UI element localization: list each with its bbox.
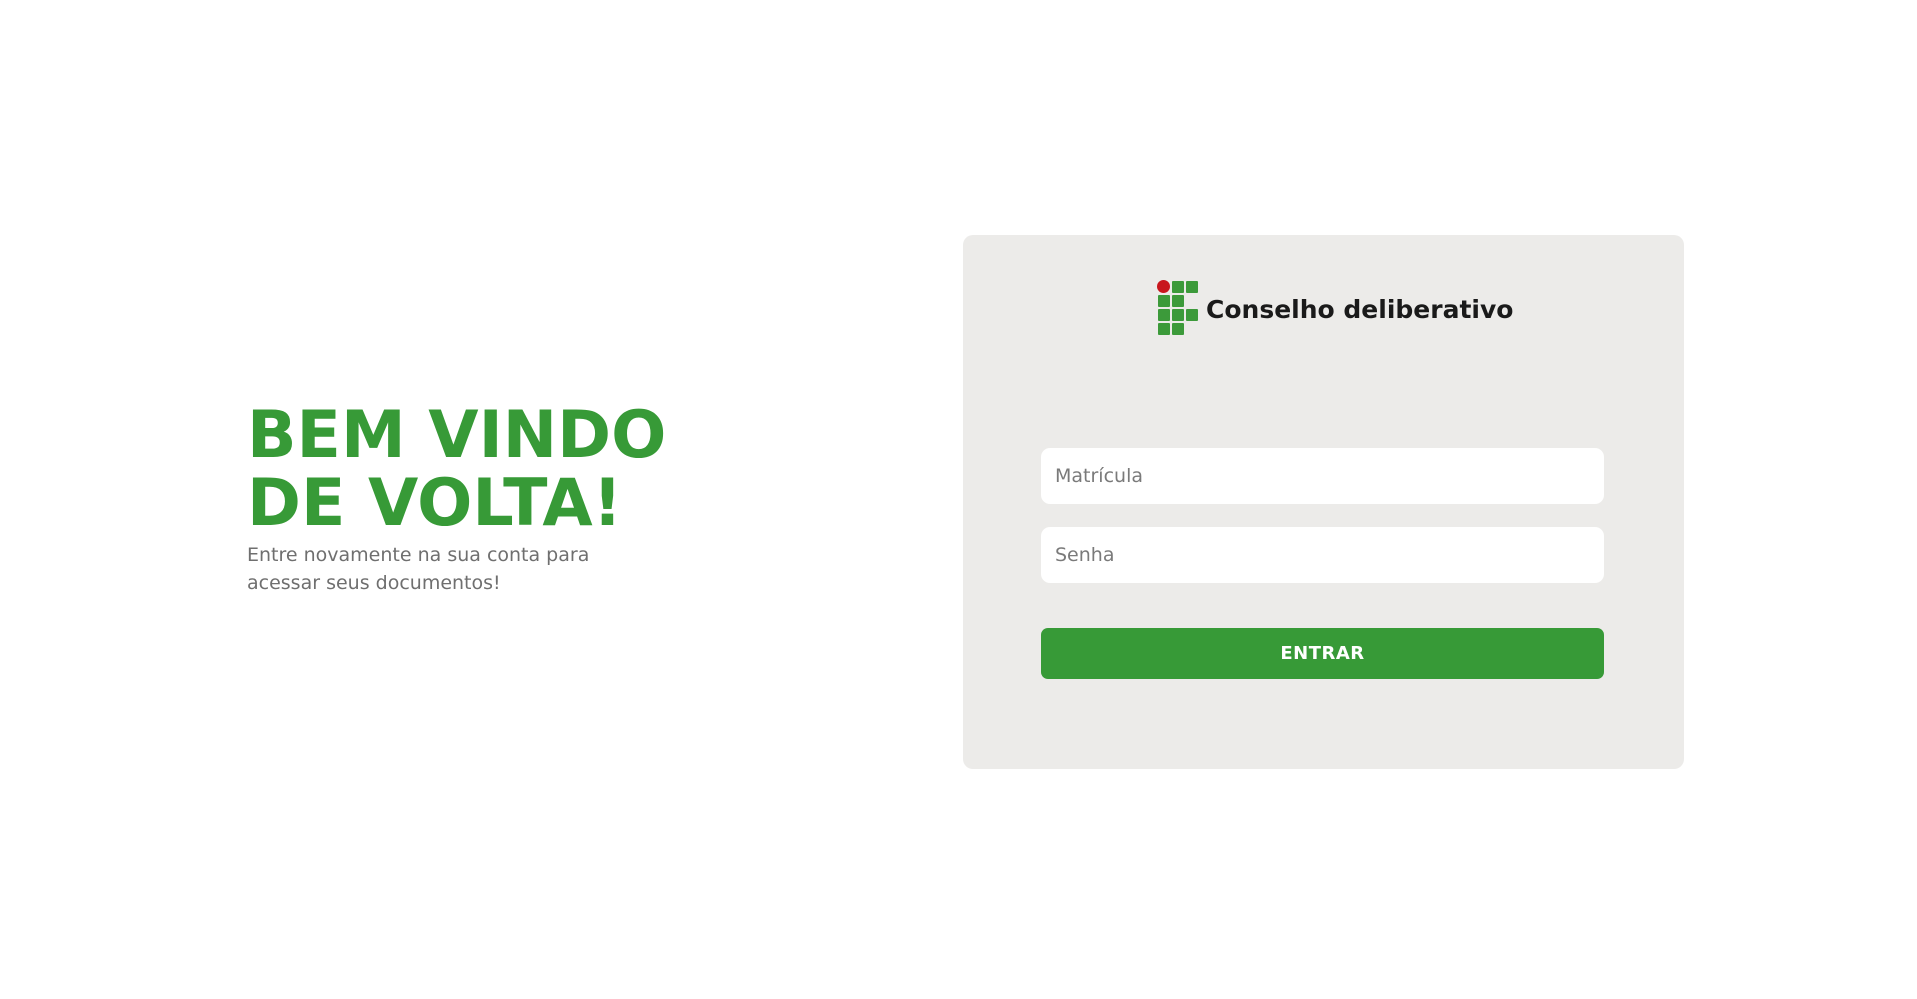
login-page: BEM VINDO DE VOLTA! Entre novamente na s… [0,0,1917,999]
logo-square [1158,309,1170,321]
logo-square [1158,323,1170,335]
logo-square [1172,281,1184,293]
senha-input[interactable] [1041,527,1604,583]
brand-name: Conselho deliberativo [1206,294,1514,324]
welcome-title: BEM VINDO DE VOLTA! [247,402,747,538]
logo-square [1186,281,1198,293]
logo-square [1172,323,1184,335]
logo-square [1186,309,1198,321]
enter-button[interactable]: ENTRAR [1041,628,1604,679]
welcome-title-line-1: BEM VINDO [247,398,667,473]
logo-square [1158,295,1170,307]
welcome-title-line-2: DE VOLTA! [247,466,623,541]
institute-logo-icon [1157,280,1201,338]
welcome-section: BEM VINDO DE VOLTA! Entre novamente na s… [247,402,747,597]
logo-red-dot [1157,280,1170,293]
matricula-input[interactable] [1041,448,1604,504]
logo-square [1172,295,1184,307]
welcome-subtitle: Entre novamente na sua conta para acessa… [247,544,590,594]
logo-square [1172,309,1184,321]
brand-header: Conselho deliberativo [1157,279,1513,339]
login-card: Conselho deliberativo ENTRAR [963,235,1684,769]
